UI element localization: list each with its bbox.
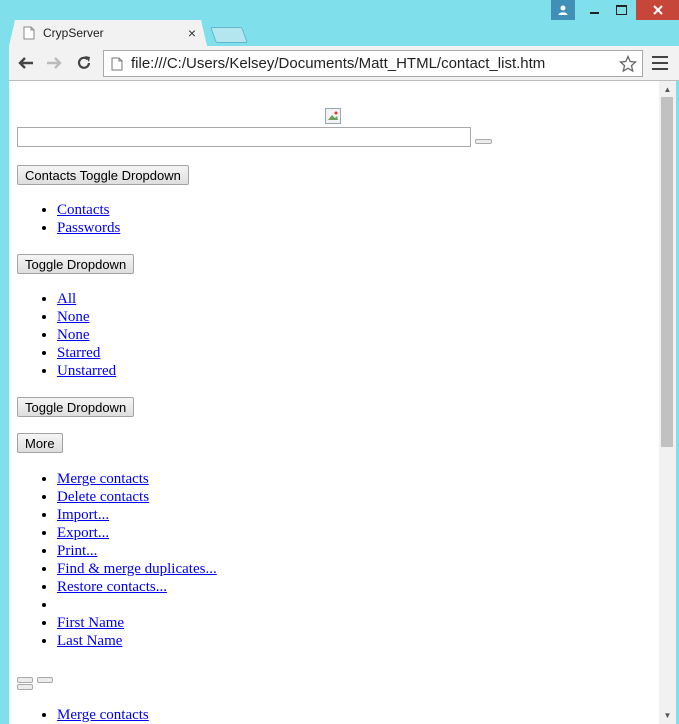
list-item: Merge contacts: [57, 706, 149, 724]
list-item: All: [57, 290, 116, 308]
scroll-up-arrow-icon[interactable]: ▲: [659, 81, 676, 98]
back-button[interactable]: [15, 52, 37, 74]
toggle-dropdown-button[interactable]: Toggle Dropdown: [17, 397, 135, 417]
file-icon: [111, 57, 123, 70]
list-item: Delete contacts: [57, 488, 217, 506]
list-item: Unstarred: [57, 362, 116, 380]
list-item: Find & merge duplicates...: [57, 560, 217, 578]
menu-link-none[interactable]: None: [57, 309, 90, 325]
minimize-button[interactable]: [581, 0, 607, 20]
menu-link-none-2[interactable]: None: [57, 327, 90, 343]
browser-tab[interactable]: CrypServer ×: [9, 20, 207, 46]
small-button[interactable]: [17, 684, 33, 690]
scroll-down-arrow-icon[interactable]: ▼: [659, 707, 676, 724]
more-button[interactable]: More: [17, 433, 63, 453]
list-item: First Name: [57, 614, 217, 632]
menu-link-export[interactable]: Export...: [57, 525, 109, 541]
small-button[interactable]: [17, 677, 33, 683]
scrollbar-thumb[interactable]: [661, 97, 673, 447]
menu-link-passwords[interactable]: Passwords: [57, 220, 120, 236]
page-icon: [23, 26, 35, 40]
user-profile-icon[interactable]: [551, 0, 575, 20]
contacts-toggle-dropdown-button[interactable]: Contacts Toggle Dropdown: [17, 165, 189, 185]
menu-link-last-name[interactable]: Last Name: [57, 633, 122, 649]
menu-link-unstarred[interactable]: Unstarred: [57, 363, 116, 379]
menu-link-restore-contacts[interactable]: Restore contacts...: [57, 579, 167, 595]
contacts-menu: Contacts Passwords: [17, 201, 120, 237]
menu-link-merge-contacts-2[interactable]: Merge contacts: [57, 707, 149, 723]
list-item: Merge contacts: [57, 470, 217, 488]
menu-link-contacts[interactable]: Contacts: [57, 202, 110, 218]
list-item-empty: [57, 596, 217, 614]
list-item: Export...: [57, 524, 217, 542]
tab-title: CrypServer: [43, 26, 104, 40]
maximize-button[interactable]: [608, 0, 634, 20]
url-text[interactable]: file:///C:/Users/Kelsey/Documents/Matt_H…: [131, 55, 618, 72]
bookmark-star-icon[interactable]: [618, 54, 638, 74]
list-item: Passwords: [57, 219, 120, 237]
menu-link-merge-contacts[interactable]: Merge contacts: [57, 471, 149, 487]
page-viewport: Contacts Toggle Dropdown Contacts Passwo…: [9, 81, 670, 724]
minimize-icon: [589, 12, 599, 14]
bottom-menu: Merge contacts: [17, 706, 149, 724]
menu-link-starred[interactable]: Starred: [57, 345, 100, 361]
list-item: Starred: [57, 344, 116, 362]
list-item: Restore contacts...: [57, 578, 217, 596]
select-toggle-dropdown-button[interactable]: Toggle Dropdown: [17, 254, 135, 274]
reload-icon: [77, 56, 91, 69]
vertical-scrollbar[interactable]: ▲ ▼: [659, 81, 676, 724]
menu-link-find-merge-duplicates[interactable]: Find & merge duplicates...: [57, 561, 217, 577]
list-item: Contacts: [57, 201, 120, 219]
menu-link-print[interactable]: Print...: [57, 543, 97, 559]
forward-arrow-icon: [47, 57, 62, 69]
reload-button[interactable]: [73, 52, 95, 74]
address-bar[interactable]: file:///C:/Users/Kelsey/Documents/Matt_H…: [103, 50, 643, 77]
list-item: Print...: [57, 542, 217, 560]
small-button[interactable]: [37, 677, 53, 683]
forward-button[interactable]: [43, 52, 65, 74]
menu-link-delete-contacts[interactable]: Delete contacts: [57, 489, 149, 505]
list-item: None: [57, 308, 116, 326]
close-icon: [652, 5, 663, 15]
list-item: None: [57, 326, 116, 344]
menu-link-import[interactable]: Import...: [57, 507, 109, 523]
chrome-menu-button[interactable]: [652, 54, 668, 72]
browser-toolbar: file:///C:/Users/Kelsey/Documents/Matt_H…: [9, 46, 679, 81]
search-button[interactable]: [475, 139, 492, 144]
tab-close-button[interactable]: ×: [185, 26, 199, 40]
list-item: Import...: [57, 506, 217, 524]
back-arrow-icon: [18, 57, 33, 69]
menu-link-first-name[interactable]: First Name: [57, 615, 124, 631]
more-menu: Merge contacts Delete contacts Import...…: [17, 470, 217, 650]
search-input[interactable]: [17, 127, 471, 147]
select-menu: All None None Starred Unstarred: [17, 290, 116, 380]
new-tab-button[interactable]: [210, 27, 248, 43]
menu-link-all[interactable]: All: [57, 291, 76, 307]
list-item: Last Name: [57, 632, 217, 650]
maximize-icon: [615, 5, 627, 15]
close-window-button[interactable]: [636, 0, 679, 20]
broken-image-icon: [325, 108, 341, 124]
